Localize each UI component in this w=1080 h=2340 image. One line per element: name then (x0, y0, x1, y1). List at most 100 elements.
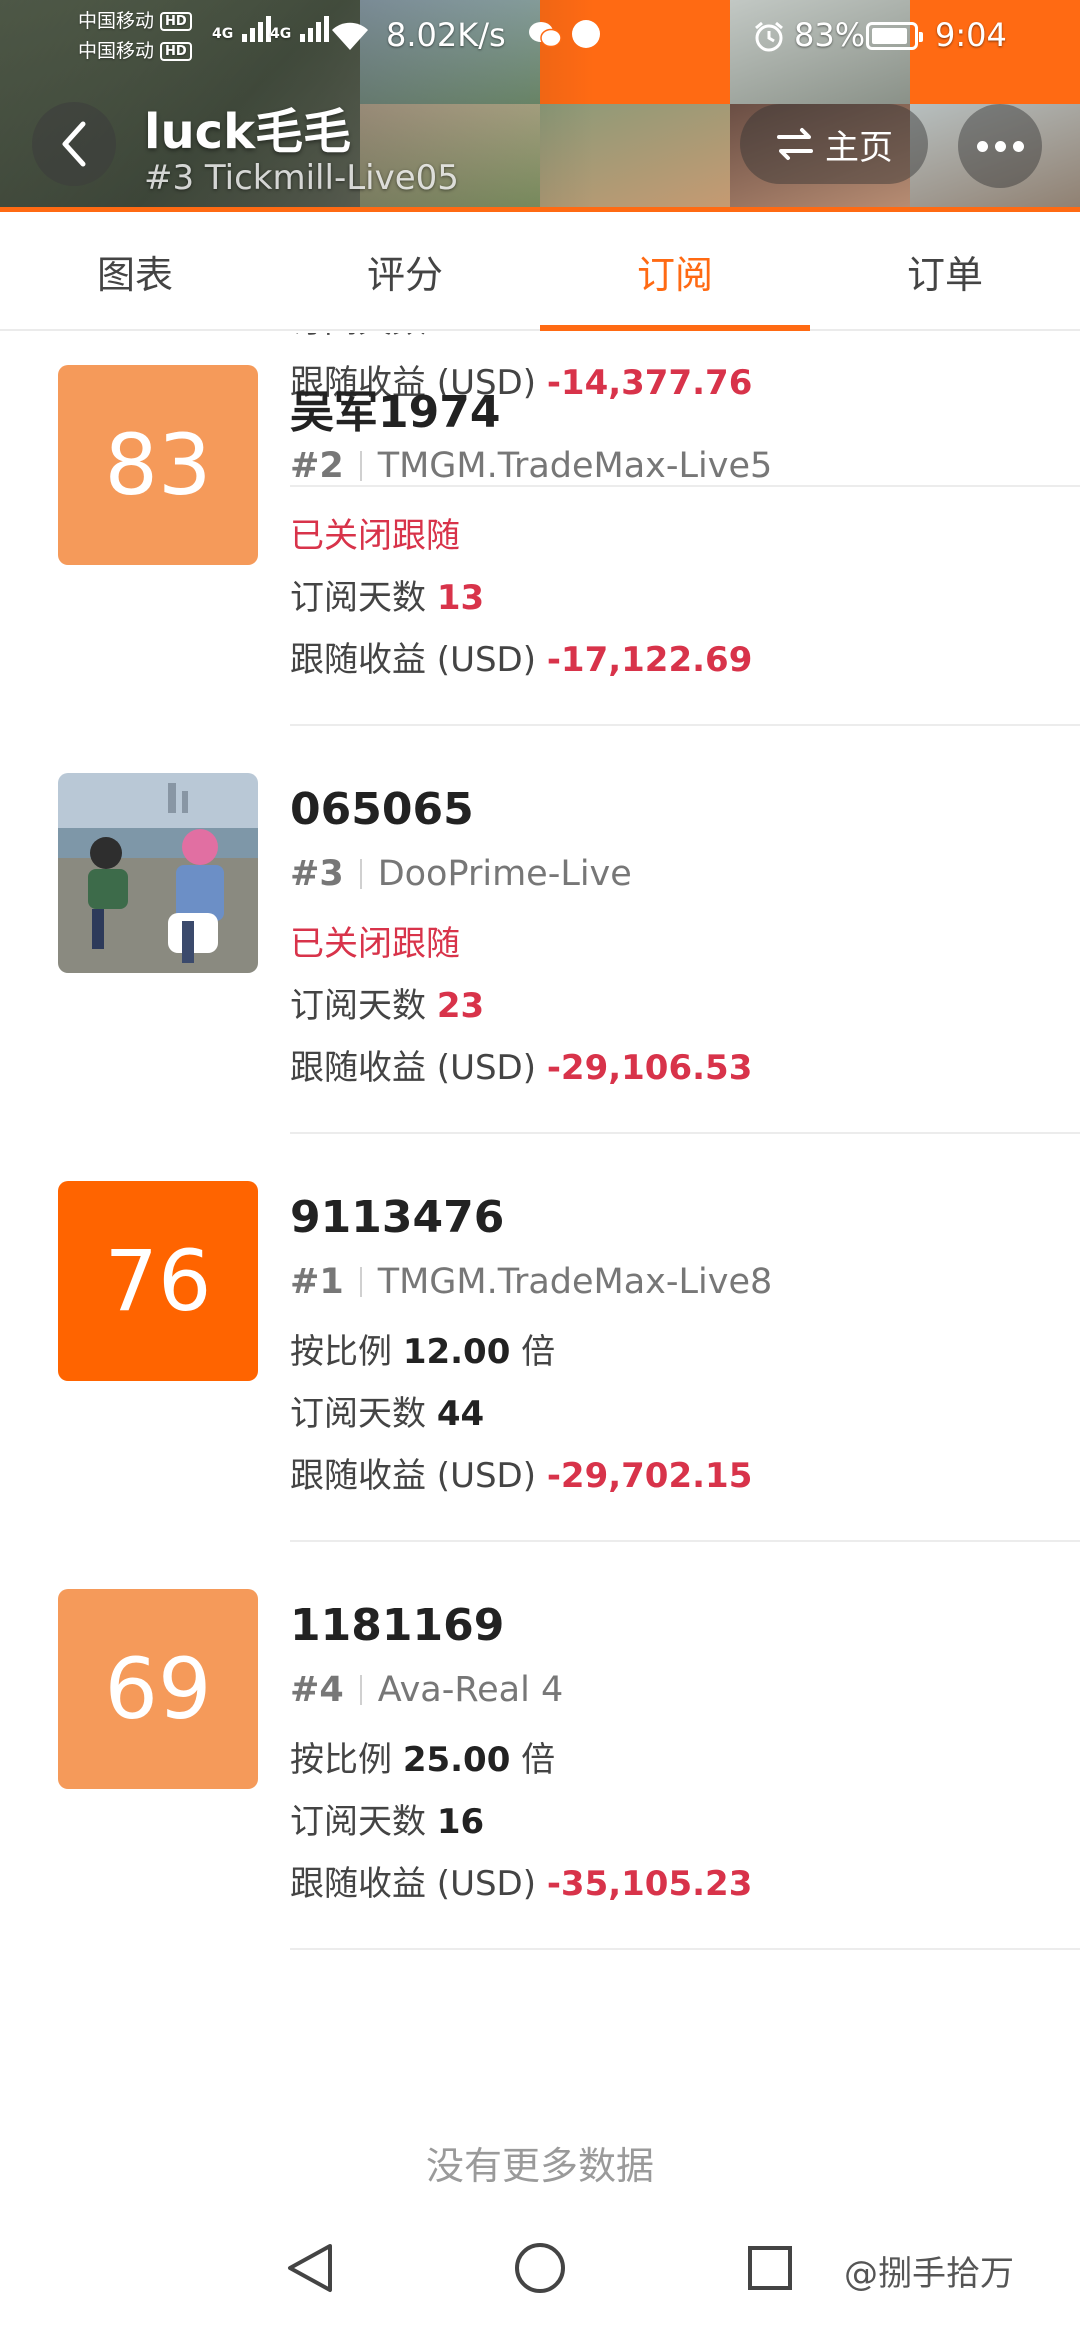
more-dot (994, 140, 1006, 152)
trader-meta: #2 TMGM.TradeMax-Live5 (290, 446, 772, 486)
hd-badge: HD (160, 41, 192, 61)
tab-chart[interactable]: 图表 (0, 213, 270, 329)
profit-value: -29,106.53 (546, 1048, 753, 1088)
back-button[interactable] (32, 102, 116, 186)
trader-name: 1181169 (290, 1600, 505, 1651)
net-type: 4G (270, 26, 292, 42)
profit-label: 跟随收益 (USD) (290, 640, 536, 680)
tab-rating[interactable]: 评分 (270, 213, 540, 329)
days-label: 订阅天数 (290, 986, 426, 1026)
ratio-unit: 倍 (521, 1332, 556, 1372)
rank-label: #1 (290, 1262, 344, 1302)
trader-name: 吴军1974 (290, 387, 501, 438)
ratio-row: 按比例 25.00 倍 (290, 1732, 555, 1781)
days-row: 订阅天数 23 (290, 978, 484, 1027)
list-item[interactable]: 83 吴军1974 #2 TMGM.TradeMax-Live5 已关闭跟随 订… (0, 333, 1080, 726)
ratio-unit: 倍 (521, 1740, 556, 1780)
profit-label: 跟随收益 (USD) (290, 1456, 536, 1496)
chevron-left-icon (62, 121, 86, 167)
list-item[interactable]: 76 9113476 #1 TMGM.TradeMax-Live8 按比例 12… (0, 1134, 1080, 1542)
more-button[interactable] (958, 104, 1042, 188)
days-label: 订阅天数 (290, 1802, 426, 1842)
rank-label: #2 (290, 446, 344, 486)
tab-bar: 图表 评分 订阅 订单 (0, 213, 1080, 331)
days-row: 订阅天数 44 (290, 1386, 484, 1435)
carrier-2: 中国移动 (78, 40, 155, 62)
clock: 9:04 (935, 16, 1007, 54)
divider (359, 451, 362, 481)
no-more-data-text: 没有更多数据 (425, 2144, 654, 2188)
status-bar: 中国移动 HD 中国移动 HD 4G 4G 8.02K/s 83% 9:04 (0, 0, 1080, 72)
days-value: 44 (436, 1394, 485, 1434)
subscription-list[interactable]: 订阅天数 46 跟随收益 (USD) -14,377.76 83 吴军1974 … (0, 333, 1080, 2188)
alarm-icon (755, 21, 783, 52)
nav-recents-button[interactable] (738, 2236, 802, 2300)
score-badge: 76 (58, 1181, 258, 1381)
watermark: @捌手拾万 (844, 2254, 1014, 2294)
score-badge: 83 (58, 365, 258, 565)
trader-meta: #3 DooPrime-Live (290, 854, 632, 894)
battery-icon (866, 22, 923, 50)
carrier-1: 中国移动 (78, 10, 155, 32)
rank-label: #3 (290, 854, 344, 894)
tab-orders[interactable]: 订单 (810, 213, 1080, 329)
trader-meta: #1 TMGM.TradeMax-Live8 (290, 1262, 772, 1302)
more-dot (976, 140, 988, 152)
circle-home-icon (515, 2243, 565, 2293)
divider (359, 1267, 362, 1297)
home-button-label: 主页 (825, 127, 893, 168)
trader-name: 065065 (290, 784, 474, 835)
nav-home-button[interactable] (508, 2236, 572, 2300)
profit-row: 跟随收益 (USD) -29,106.53 (290, 1040, 752, 1089)
days-label: 订阅天数 (290, 1394, 426, 1434)
list-item[interactable]: 69 1181169 #4 Ava-Real 4 按比例 25.00 倍 订阅天… (0, 1542, 1080, 1950)
nav-back-button[interactable] (278, 2236, 342, 2300)
network-speed: 8.02K/s (386, 16, 506, 54)
voice-icon (572, 20, 600, 48)
days-row: 订阅天数 16 (290, 1794, 484, 1843)
profit-value: -29,702.15 (546, 1456, 753, 1496)
swap-icon (777, 128, 813, 160)
status-text: 已关闭跟随 (290, 924, 460, 964)
profile-name: luck毛毛 (144, 104, 352, 160)
server-label: DooPrime-Live (377, 854, 632, 894)
tab-subscriptions[interactable]: 订阅 (540, 213, 810, 331)
profit-row: 跟随收益 (USD) -17,122.69 (290, 632, 752, 681)
avatar-photo (58, 773, 258, 973)
profit-row: 跟随收益 (USD) -35,105.23 (290, 1856, 752, 1905)
profile-account: #3 Tickmill-Live05 (144, 158, 459, 198)
profit-label: 跟随收益 (USD) (290, 1864, 536, 1904)
profit-label: 跟随收益 (USD) (290, 1048, 536, 1088)
divider (359, 1675, 362, 1705)
divider (290, 1948, 1080, 1950)
rank-label: #4 (290, 1670, 344, 1710)
square-recents-icon (748, 2246, 792, 2290)
days-label: 订阅天数 (290, 578, 426, 618)
triangle-back-icon (288, 2244, 332, 2292)
days-value: 16 (436, 1802, 485, 1842)
status-text: 已关闭跟随 (290, 516, 460, 556)
ratio-label: 按比例 (290, 1740, 392, 1780)
profit-value: -17,122.69 (546, 640, 753, 680)
server-label: Ava-Real 4 (377, 1670, 564, 1710)
days-row: 订阅天数 13 (290, 570, 484, 619)
ratio-value: 25.00 (402, 1740, 511, 1780)
trader-name: 9113476 (290, 1192, 505, 1243)
more-dot (1012, 140, 1024, 152)
signal-icon: 4G (270, 16, 330, 42)
list-item[interactable]: 065065 #3 DooPrime-Live 已关闭跟随 订阅天数 23 跟随… (0, 726, 1080, 1134)
profit-value: -35,105.23 (546, 1864, 753, 1904)
carrier-info: 中国移动 HD 中国移动 HD (78, 6, 192, 66)
header-accent-line (0, 207, 1080, 212)
home-button[interactable]: 主页 (740, 104, 928, 184)
score-badge: 69 (58, 1589, 258, 1789)
server-label: TMGM.TradeMax-Live8 (377, 1262, 773, 1302)
profit-row: 跟随收益 (USD) -29,702.15 (290, 1448, 752, 1497)
hd-badge: HD (160, 11, 192, 31)
signal-icon: 4G (212, 16, 272, 42)
net-type: 4G (212, 26, 234, 42)
profile-header: 中国移动 HD 中国移动 HD 4G 4G 8.02K/s 83% 9:04 l… (0, 0, 1080, 212)
wifi-icon (332, 22, 368, 50)
ratio-value: 12.00 (402, 1332, 511, 1372)
days-value: 23 (436, 986, 485, 1026)
